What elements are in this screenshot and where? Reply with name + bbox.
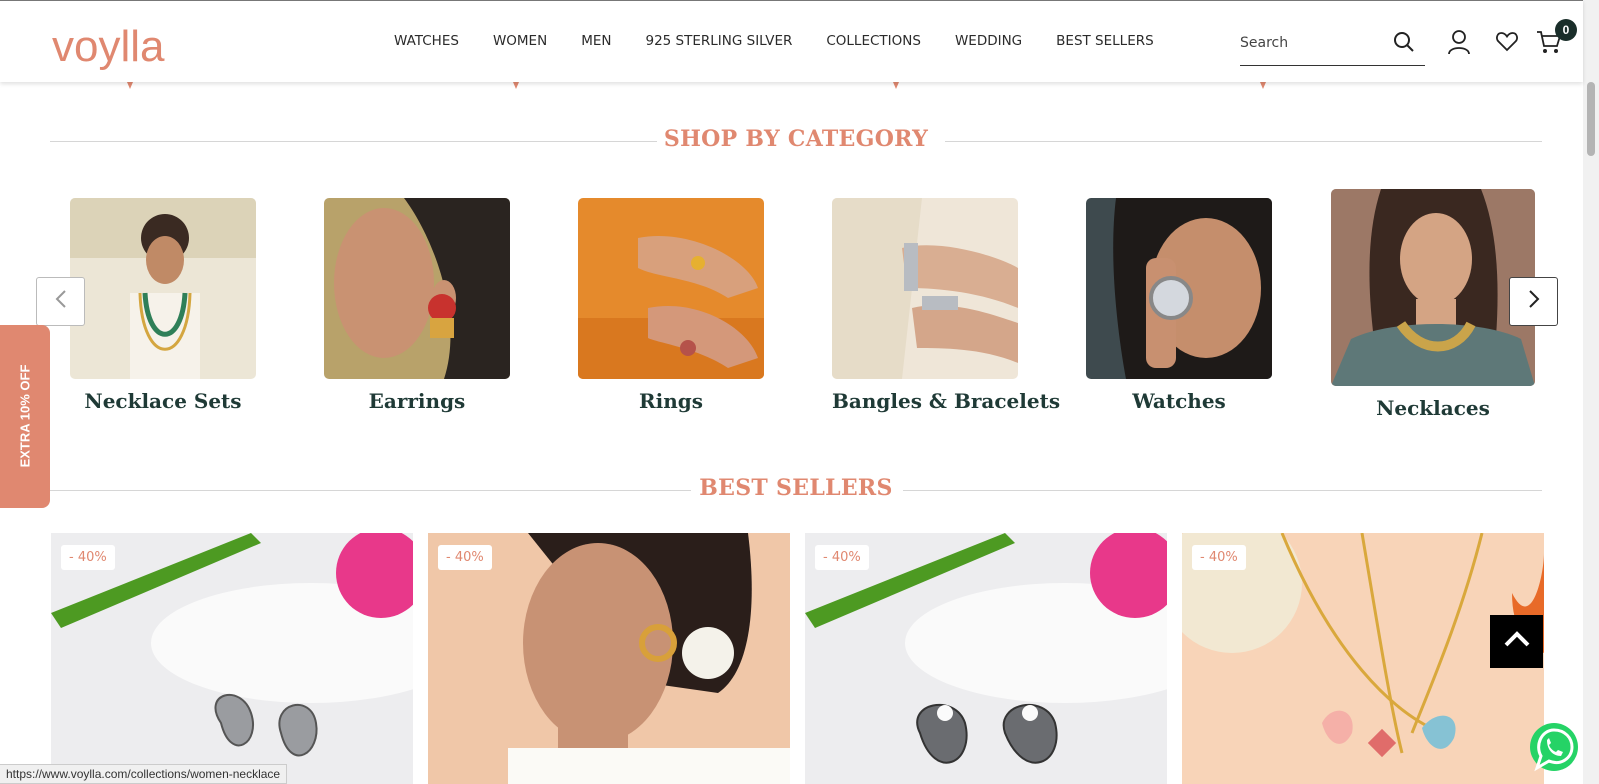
main-nav: WATCHES WOMEN MEN 925 STERLING SILVER CO… [394,33,1188,49]
menu-marker [513,82,519,89]
scrollbar-thumb[interactable] [1587,82,1595,156]
category-label: Bangles & Bracelets [832,389,1061,413]
search-input[interactable] [1240,29,1380,57]
chevron-right-icon [1527,289,1541,314]
discount-badge: - 40% [1192,545,1246,570]
page-scrollbar[interactable] [1583,0,1599,784]
menu-marker [127,82,133,89]
category-label: Earrings [368,389,466,413]
best-sellers-heading: BEST SELLERS [50,475,1542,505]
extra-discount-tab[interactable]: EXTRA 10% OFF [0,325,50,508]
carousel-next-button[interactable] [1509,277,1558,326]
search-box [1240,29,1425,66]
nav-sterling-silver[interactable]: 925 STERLING SILVER [645,33,792,49]
product-image [428,533,790,784]
site-header: voylla WATCHES WOMEN MEN 925 STERLING SI… [0,0,1583,82]
category-image [832,198,1018,379]
category-label: Rings [638,389,703,413]
category-bangles-bracelets[interactable]: Bangles & Bracelets [832,198,1061,413]
category-necklace-sets[interactable]: Necklace Sets [70,198,256,413]
nav-wedding[interactable]: WEDDING [955,33,1022,49]
category-necklaces[interactable]: Necklaces [1331,189,1535,420]
user-icon[interactable] [1447,29,1473,55]
nav-best-sellers[interactable]: BEST SELLERS [1056,33,1154,49]
discount-badge: - 40% [438,545,492,570]
voylla-logo[interactable]: voylla [52,23,165,71]
nav-collections[interactable]: COLLECTIONS [826,33,921,49]
chevron-up-icon [1504,631,1530,652]
section-title: SHOP BY CATEGORY [663,126,929,152]
side-tab-text: EXTRA 10% OFF [17,364,33,468]
discount-badge: - 40% [61,545,115,570]
chevron-left-icon [54,289,68,314]
discount-badge: - 40% [815,545,869,570]
category-image [70,198,256,379]
category-image [1086,198,1272,379]
menu-marker [893,82,899,89]
search-icon[interactable] [1393,31,1417,55]
product-card[interactable]: - 40% [428,533,790,784]
logo-text: voylla [52,22,165,71]
category-label: Watches [1132,389,1226,413]
product-card[interactable]: - 40% [51,533,413,784]
whatsapp-chat-button[interactable] [1527,720,1581,774]
category-label: Necklaces [1376,396,1490,420]
heart-icon[interactable] [1495,29,1521,55]
nav-women[interactable]: WOMEN [493,33,547,49]
category-image [578,198,764,379]
cart-count-badge: 0 [1555,19,1577,41]
product-card[interactable]: - 40% [805,533,1167,784]
back-to-top-button[interactable] [1490,615,1543,668]
category-rings[interactable]: Rings [578,198,764,413]
status-bar-url: https://www.voylla.com/collections/women… [0,764,288,784]
nav-men[interactable]: MEN [581,33,611,49]
category-watches[interactable]: Watches [1086,198,1272,413]
category-image [324,198,510,379]
product-image [805,533,1167,784]
whatsapp-icon [1527,723,1581,778]
section-title: BEST SELLERS [699,475,893,501]
carousel-prev-button[interactable] [36,277,85,326]
product-image [51,533,413,784]
shop-by-category-heading: SHOP BY CATEGORY [50,126,1542,156]
menu-marker [1260,82,1266,89]
category-image [1331,189,1535,386]
category-label: Necklace Sets [84,389,242,413]
nav-watches[interactable]: WATCHES [394,33,459,49]
category-earrings[interactable]: Earrings [324,198,510,413]
